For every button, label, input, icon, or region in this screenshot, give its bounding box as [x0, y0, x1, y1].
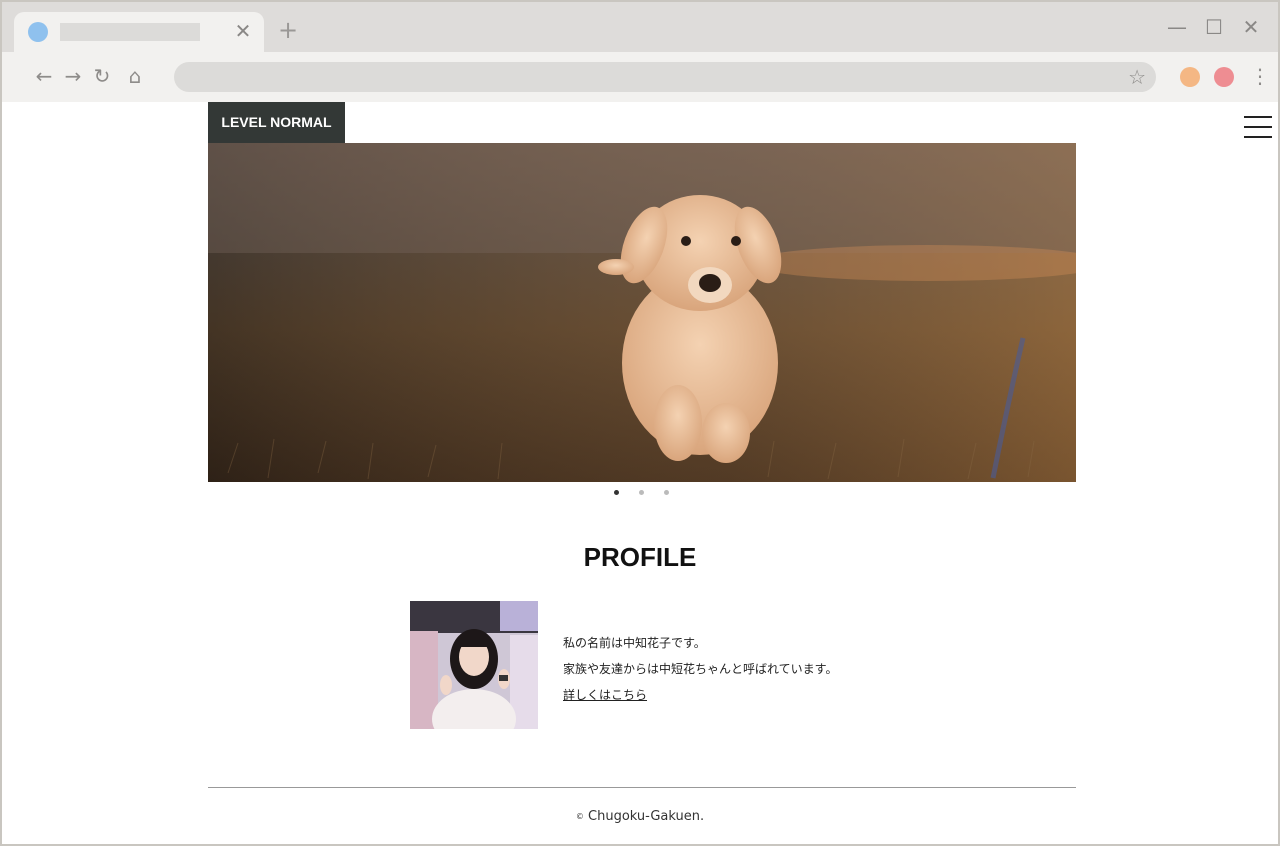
profile-details-link[interactable]: 詳しくはこちら	[563, 688, 647, 702]
new-tab-icon[interactable]: +	[278, 18, 298, 42]
slider-pagination	[2, 490, 1278, 498]
copyright-symbol: ©	[575, 812, 584, 821]
slider-dot-3[interactable]	[664, 490, 669, 495]
hero-slider-image	[208, 143, 1076, 482]
browser-window: ✕ + — ☐ ✕ ← → ↻ ⌂ ☆ ⋮ LEVEL NORMAL PROFI…	[0, 0, 1280, 846]
browser-tab[interactable]: ✕	[14, 12, 264, 52]
tab-strip: ✕ + — ☐ ✕	[2, 2, 1278, 52]
extension-orange-icon[interactable]	[1180, 67, 1200, 87]
profile-avatar	[410, 601, 538, 729]
slider-dot-2[interactable]	[639, 490, 644, 495]
address-bar[interactable]: ☆	[174, 62, 1156, 92]
close-window-icon[interactable]: ✕	[1238, 14, 1264, 40]
tab-favicon-icon	[28, 22, 48, 42]
maximize-icon[interactable]: ☐	[1201, 14, 1227, 40]
profile-line-2: 家族や友達からは中短花ちゃんと呼ばれています。	[563, 662, 838, 676]
browser-toolbar: ← → ↻ ⌂ ☆ ⋮	[2, 52, 1278, 102]
slider-dot-1[interactable]	[614, 490, 619, 495]
close-tab-icon[interactable]: ✕	[232, 20, 254, 42]
browser-menu-icon[interactable]: ⋮	[1250, 64, 1270, 88]
forward-arrow-icon[interactable]: →	[61, 64, 85, 88]
footer-copyright: © Chugoku-Gakuen.	[2, 809, 1278, 824]
home-icon[interactable]: ⌂	[123, 64, 147, 88]
back-arrow-icon[interactable]: ←	[32, 64, 56, 88]
profile-heading: PROFILE	[583, 542, 697, 572]
copyright-text: Chugoku-Gakuen.	[588, 809, 705, 824]
webpage: LEVEL NORMAL PROFILE 私の名前は中知花子です。 家族や友達か…	[2, 102, 1278, 846]
site-logo[interactable]: LEVEL NORMAL	[208, 102, 345, 143]
footer-divider	[208, 787, 1076, 788]
reload-icon[interactable]: ↻	[90, 64, 114, 88]
hamburger-icon[interactable]	[1244, 116, 1272, 138]
bookmark-star-icon[interactable]: ☆	[1128, 65, 1146, 89]
tab-title-placeholder	[60, 23, 200, 41]
profile-line-1: 私の名前は中知花子です。	[563, 636, 706, 650]
extension-red-icon[interactable]	[1214, 67, 1234, 87]
minimize-icon[interactable]: —	[1164, 14, 1190, 40]
profile-description: 私の名前は中知花子です。 家族や友達からは中短花ちゃんと呼ばれています。 詳しく…	[563, 630, 837, 708]
